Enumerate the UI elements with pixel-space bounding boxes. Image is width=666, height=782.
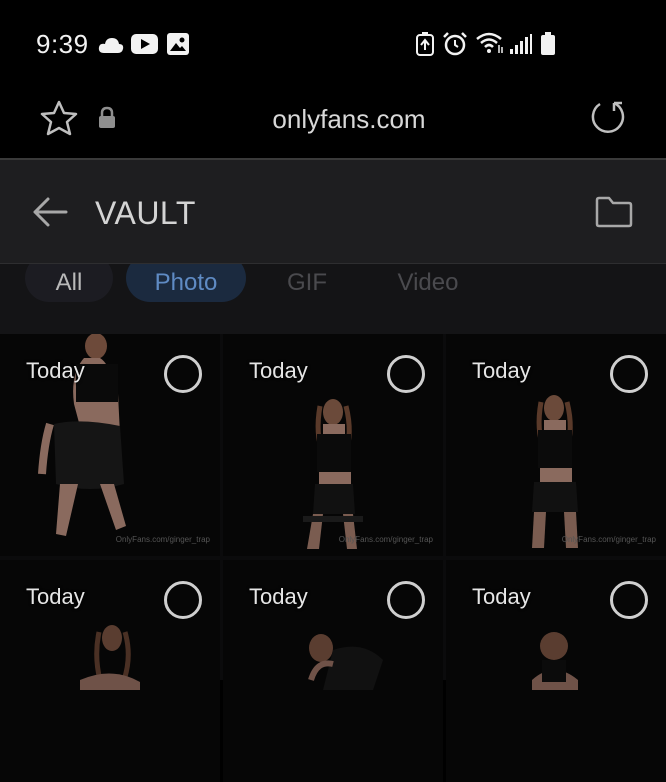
image-icon xyxy=(167,33,189,55)
media-tile[interactable]: Today OnlyFans.com/ginger_trap xyxy=(223,334,443,556)
media-tile[interactable]: Today xyxy=(0,560,220,782)
reload-icon[interactable] xyxy=(588,98,626,136)
battery-icon xyxy=(541,32,555,55)
signal-icon xyxy=(510,34,532,54)
date-label: Today xyxy=(249,584,308,609)
date-label: Today xyxy=(26,584,85,609)
folder-icon[interactable] xyxy=(594,195,634,229)
select-circle[interactable] xyxy=(164,581,202,619)
media-grid: Today OnlyFans.com/ginger_trap Today Onl… xyxy=(0,334,666,782)
tab-all[interactable]: All xyxy=(25,264,113,302)
wifi-icon xyxy=(476,32,503,53)
date-label: Today xyxy=(249,358,308,383)
watermark: OnlyFans.com/ginger_trap xyxy=(561,535,656,544)
media-tile[interactable]: Today OnlyFans.com/ginger_trap xyxy=(0,334,220,556)
tab-gif[interactable]: GIF xyxy=(282,264,332,302)
youtube-icon xyxy=(131,34,158,54)
date-label: Today xyxy=(472,358,531,383)
select-circle[interactable] xyxy=(387,581,425,619)
url-field[interactable]: onlyfans.com xyxy=(0,104,666,135)
status-bar: 9:39 xyxy=(0,0,666,88)
watermark: OnlyFans.com/ginger_trap xyxy=(338,535,433,544)
battery-saver-icon xyxy=(416,32,434,56)
tab-video[interactable]: Video xyxy=(388,264,468,302)
alarm-icon xyxy=(443,32,467,56)
media-filter-tabs: All Photo GIF Video xyxy=(0,264,666,334)
status-time: 9:39 xyxy=(36,29,89,59)
select-circle[interactable] xyxy=(164,355,202,393)
media-tile[interactable]: Today xyxy=(223,560,443,782)
page-title: VAULT xyxy=(95,195,196,231)
date-label: Today xyxy=(26,358,85,383)
media-tile[interactable]: Today OnlyFans.com/ginger_trap xyxy=(446,334,666,556)
watermark: OnlyFans.com/ginger_trap xyxy=(115,535,210,544)
select-circle[interactable] xyxy=(610,355,648,393)
tab-photo[interactable]: Photo xyxy=(126,264,246,302)
select-circle[interactable] xyxy=(610,581,648,619)
cloud-icon xyxy=(98,38,124,53)
media-tile[interactable]: Today xyxy=(446,560,666,782)
select-circle[interactable] xyxy=(387,355,425,393)
back-arrow-icon[interactable] xyxy=(32,196,68,228)
date-label: Today xyxy=(472,584,531,609)
